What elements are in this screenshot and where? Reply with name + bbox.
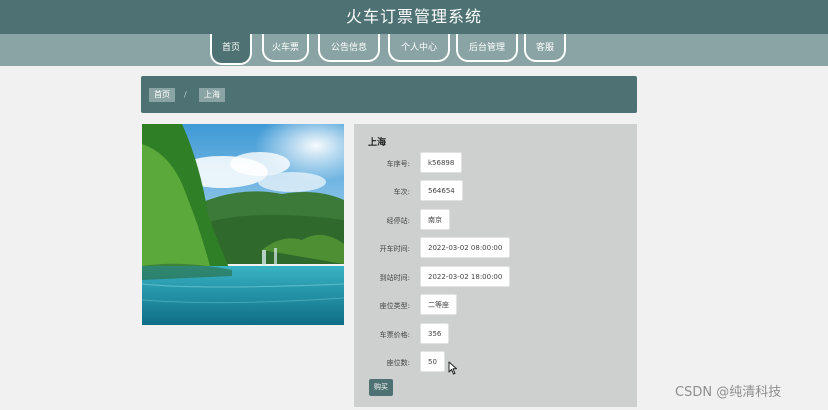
departure-time-label: 开车时间:	[379, 245, 410, 253]
ticket-price-value: 356	[420, 323, 450, 344]
ticket-price-label: 车票价格:	[379, 331, 410, 339]
train-code-value: 564654	[420, 180, 463, 201]
nav-item-train-tickets[interactable]: 火车票	[262, 34, 309, 62]
train-number-label: 车序号:	[386, 160, 410, 168]
nav-item-announcements[interactable]: 公告信息	[318, 34, 380, 62]
seat-type-label: 座位类型:	[379, 302, 410, 310]
breadcrumb-separator: /	[184, 90, 187, 99]
lake-landscape-image	[142, 124, 344, 325]
app-title: 火车订票管理系统	[345, 7, 482, 26]
destination-photo	[142, 124, 344, 325]
breadcrumb: 首页 / 上海	[141, 76, 637, 113]
nav-item-home[interactable]: 首页	[210, 34, 252, 65]
watermark-text: CSDN @纯清科技	[675, 385, 782, 400]
place-name: 上海	[368, 138, 387, 148]
train-code-label: 车次:	[393, 188, 410, 196]
arrival-time-label: 到站时间:	[379, 274, 410, 282]
page-header: 火车订票管理系统	[0, 0, 828, 34]
mouse-pointer-icon	[448, 360, 458, 379]
seat-type-value: 二等座	[420, 294, 457, 315]
ticket-detail-panel: 上海 车序号: k56898 车次: 564654 经停站: 南京 开车时间: …	[354, 124, 637, 407]
buy-button[interactable]: 购买	[369, 379, 393, 396]
nav-item-customer-service[interactable]: 客服	[524, 34, 566, 62]
seat-count-label: 座位数:	[386, 359, 410, 367]
departure-time-value: 2022-03-02 08:00:00	[420, 237, 511, 258]
stopover-label: 经停站:	[386, 217, 410, 225]
seat-count-value: 50	[420, 351, 445, 372]
train-number-value: k56898	[420, 152, 463, 173]
breadcrumb-home[interactable]: 首页	[149, 88, 175, 102]
stopover-value: 南京	[420, 209, 450, 230]
main-nav: 首页 火车票 公告信息 个人中心 后台管理 客服	[0, 34, 828, 66]
breadcrumb-current: 上海	[199, 88, 225, 102]
nav-item-admin[interactable]: 后台管理	[456, 34, 518, 62]
nav-item-personal-center[interactable]: 个人中心	[388, 34, 450, 62]
arrival-time-value: 2022-03-02 18:00:00	[420, 266, 511, 287]
